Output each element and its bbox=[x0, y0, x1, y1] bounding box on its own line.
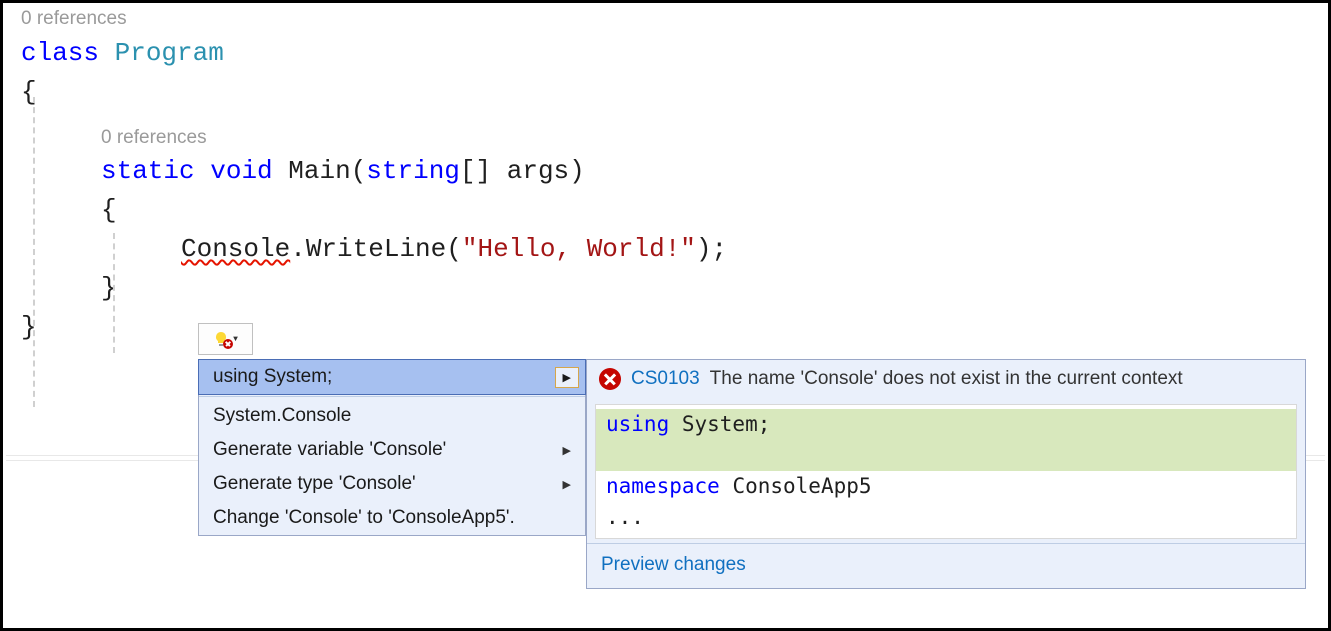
preview-line: namespace ConsoleApp5 bbox=[596, 471, 1296, 503]
submenu-arrow-icon: ▶ bbox=[563, 478, 571, 491]
quickfix-menu: using System; ▶ System.Console Generate … bbox=[198, 359, 586, 536]
quickfix-item-change-to-consoleapp5[interactable]: Change 'Console' to 'ConsoleApp5'. bbox=[199, 501, 585, 535]
preview-changes-link[interactable]: Preview changes bbox=[587, 543, 1305, 588]
preview-ellipsis: ... bbox=[596, 502, 1296, 534]
submenu-arrow-icon: ▶ bbox=[555, 367, 579, 388]
submenu-arrow-icon: ▶ bbox=[563, 444, 571, 457]
codelens-method[interactable]: 0 references bbox=[3, 124, 1328, 153]
codelens-class[interactable]: 0 references bbox=[3, 3, 1328, 34]
quickfix-label: using System; bbox=[213, 366, 332, 388]
quickfix-label: Change 'Console' to 'ConsoleApp5'. bbox=[213, 507, 515, 529]
preview-added-blank bbox=[596, 441, 1296, 471]
quickfix-item-generate-variable[interactable]: Generate variable 'Console' ▶ bbox=[199, 433, 585, 467]
quickfix-label: Generate type 'Console' bbox=[213, 473, 416, 495]
lightbulb-button[interactable]: ▼ bbox=[198, 323, 253, 355]
quickfix-item-using-system[interactable]: using System; ▶ bbox=[198, 359, 586, 395]
code-line: class Program bbox=[3, 34, 1328, 73]
error-squiggle: Console bbox=[181, 234, 290, 264]
code-line: { bbox=[3, 191, 1328, 230]
menu-divider bbox=[199, 396, 585, 397]
code-line: { bbox=[3, 73, 1328, 112]
code-line: } bbox=[3, 269, 1328, 308]
error-header: CS0103 The name 'Console' does not exist… bbox=[587, 360, 1305, 398]
error-icon bbox=[599, 368, 621, 390]
preview-panel: CS0103 The name 'Console' does not exist… bbox=[586, 359, 1306, 589]
code-editor[interactable]: 0 references class Program { 0 reference… bbox=[3, 3, 1328, 347]
error-badge-icon bbox=[223, 339, 233, 349]
code-line: static void Main(string[] args) bbox=[3, 152, 1328, 191]
quickfix-item-generate-type[interactable]: Generate type 'Console' ▶ bbox=[199, 467, 585, 501]
quickfix-item-system-console[interactable]: System.Console bbox=[199, 399, 585, 433]
chevron-down-icon: ▼ bbox=[233, 335, 238, 344]
quickfix-label: System.Console bbox=[213, 405, 351, 427]
code-line: Console.WriteLine("Hello, World!"); bbox=[3, 230, 1328, 269]
quickfix-label: Generate variable 'Console' bbox=[213, 439, 446, 461]
preview-code-block: using System; namespace ConsoleApp5 ... bbox=[595, 404, 1297, 539]
error-message: The name 'Console' does not exist in the… bbox=[710, 368, 1183, 390]
lightbulb-icon bbox=[213, 331, 229, 347]
preview-added-line: using System; bbox=[596, 409, 1296, 441]
error-code[interactable]: CS0103 bbox=[631, 368, 700, 390]
